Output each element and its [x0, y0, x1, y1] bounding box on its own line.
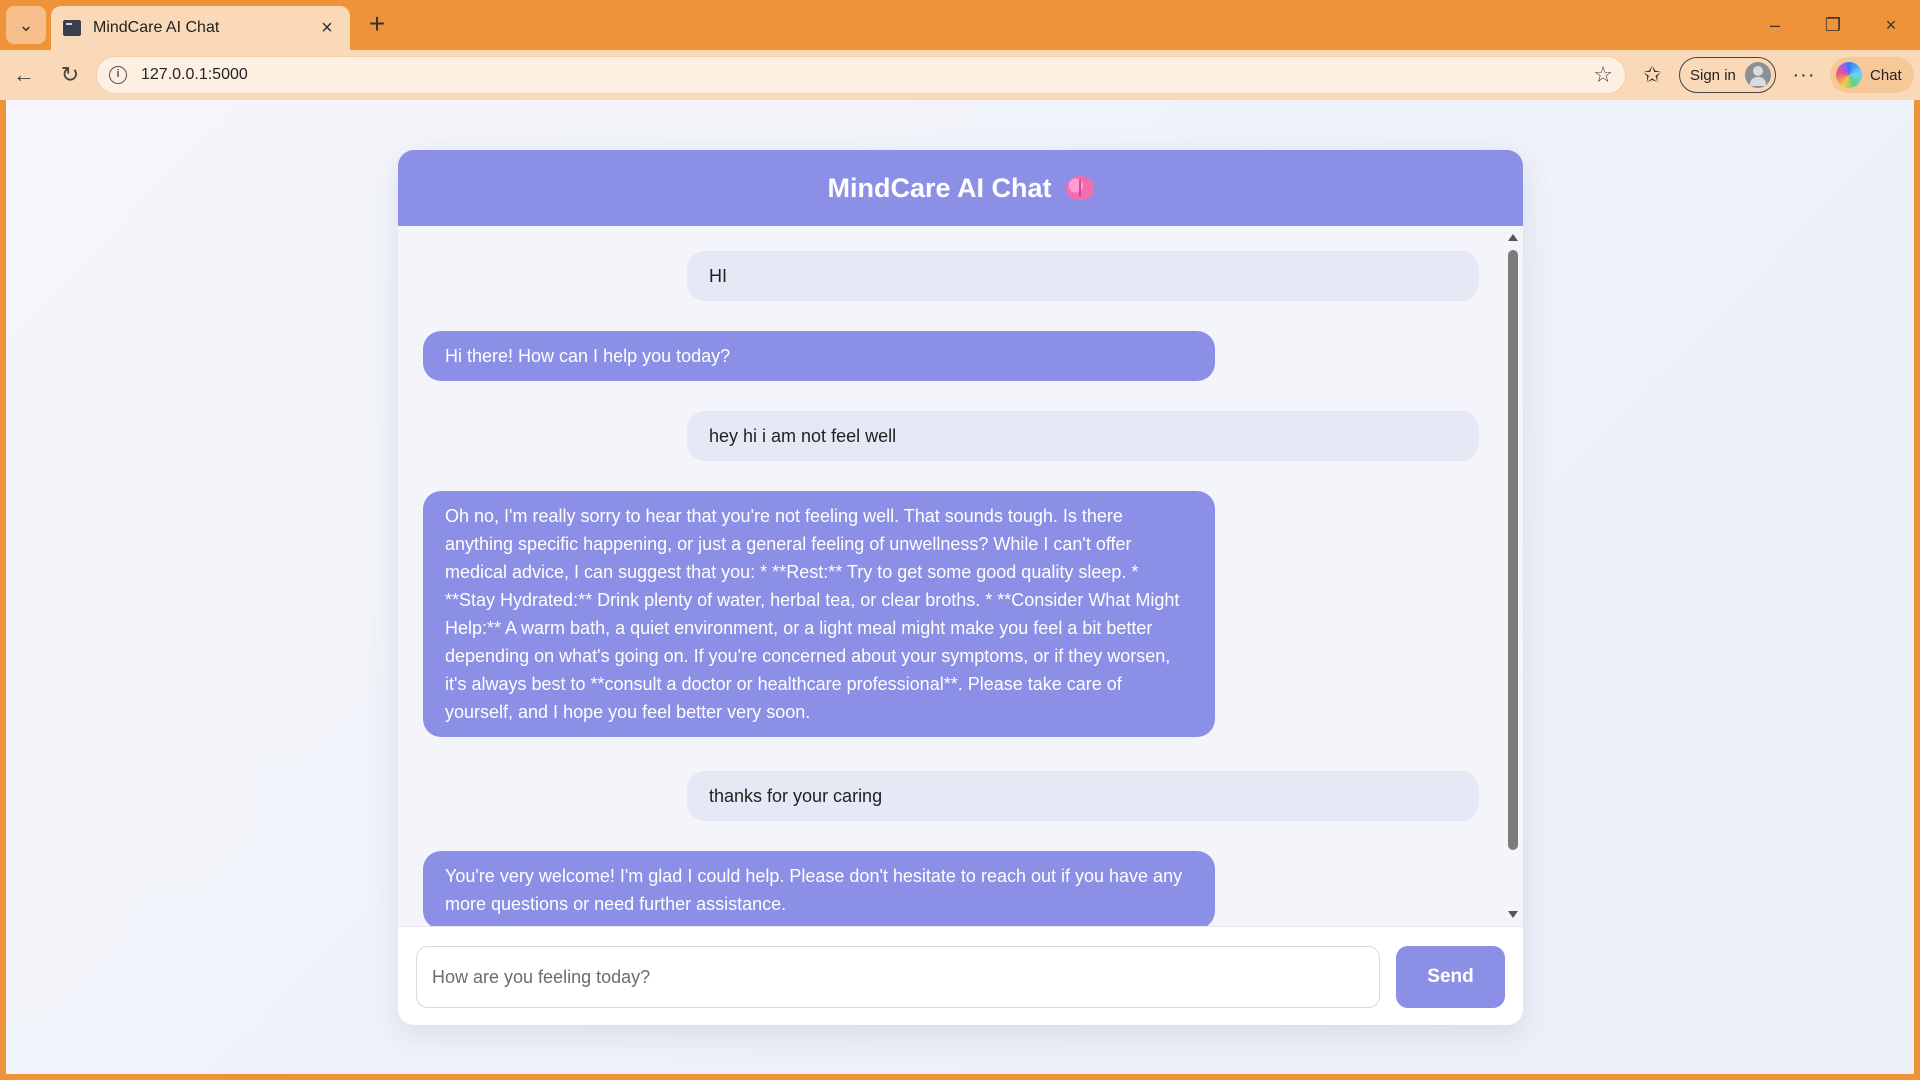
minimize-icon[interactable]: –	[1760, 10, 1790, 40]
bot-message: Oh no, I'm really sorry to hear that you…	[423, 491, 1215, 737]
chat-title: MindCare AI Chat	[827, 172, 1052, 203]
copilot-icon	[1836, 62, 1862, 88]
brain-icon	[1065, 176, 1094, 200]
reload-icon[interactable]: ↻	[54, 60, 86, 90]
avatar	[1745, 62, 1771, 88]
message-input[interactable]	[416, 946, 1380, 1008]
scrollbar-thumb[interactable]	[1508, 250, 1518, 850]
chat-header: MindCare AI Chat	[398, 150, 1523, 226]
copilot-chat-button[interactable]: Chat	[1830, 57, 1914, 93]
arrow-left-icon[interactable]: ←	[8, 60, 40, 90]
favorites-icon[interactable]: ✩	[1643, 62, 1661, 88]
browser-tab[interactable]: MindCare AI Chat ×	[51, 6, 350, 50]
send-button[interactable]: Send	[1396, 946, 1505, 1008]
terminal-icon	[63, 20, 81, 36]
chat-input-area: Send	[398, 926, 1523, 1025]
browser-toolbar: ← ↻ i 127.0.0.1:5000 ☆ ✩ Sign in ··· Cha…	[0, 50, 1920, 100]
url-text[interactable]: 127.0.0.1:5000	[141, 66, 1593, 84]
scroll-up-icon[interactable]	[1508, 234, 1518, 241]
user-message: HI	[687, 251, 1479, 301]
user-message: thanks for your caring	[687, 771, 1479, 821]
user-message: hey hi i am not feel well	[687, 411, 1479, 461]
address-bar[interactable]: i 127.0.0.1:5000 ☆	[96, 56, 1626, 94]
browser-tab-bar: ⌄ MindCare AI Chat × + – ❐ ×	[0, 0, 1920, 50]
bot-message: Hi there! How can I help you today?	[423, 331, 1215, 381]
scroll-down-icon[interactable]	[1508, 911, 1518, 918]
plus-icon[interactable]: +	[362, 10, 392, 40]
close-window-icon[interactable]: ×	[1876, 10, 1906, 40]
close-icon[interactable]: ×	[316, 17, 338, 40]
info-icon[interactable]: i	[109, 66, 127, 84]
bot-message: You're very welcome! I'm glad I could he…	[423, 851, 1215, 926]
sign-in-label: Sign in	[1690, 66, 1736, 84]
message-list[interactable]: HI Hi there! How can I help you today? h…	[398, 226, 1503, 926]
star-icon[interactable]: ☆	[1593, 62, 1613, 88]
more-icon[interactable]: ···	[1789, 60, 1819, 90]
tab-title: MindCare AI Chat	[93, 19, 220, 36]
restore-icon[interactable]: ❐	[1818, 10, 1848, 40]
copilot-label: Chat	[1870, 66, 1902, 84]
sign-in-button[interactable]: Sign in	[1679, 57, 1776, 93]
chevron-down-icon[interactable]: ⌄	[6, 6, 46, 44]
page-body: MindCare AI Chat HI Hi there! How can I …	[6, 100, 1914, 1074]
message-scrollbar[interactable]	[1503, 226, 1523, 926]
chat-container: MindCare AI Chat HI Hi there! How can I …	[398, 150, 1523, 1025]
